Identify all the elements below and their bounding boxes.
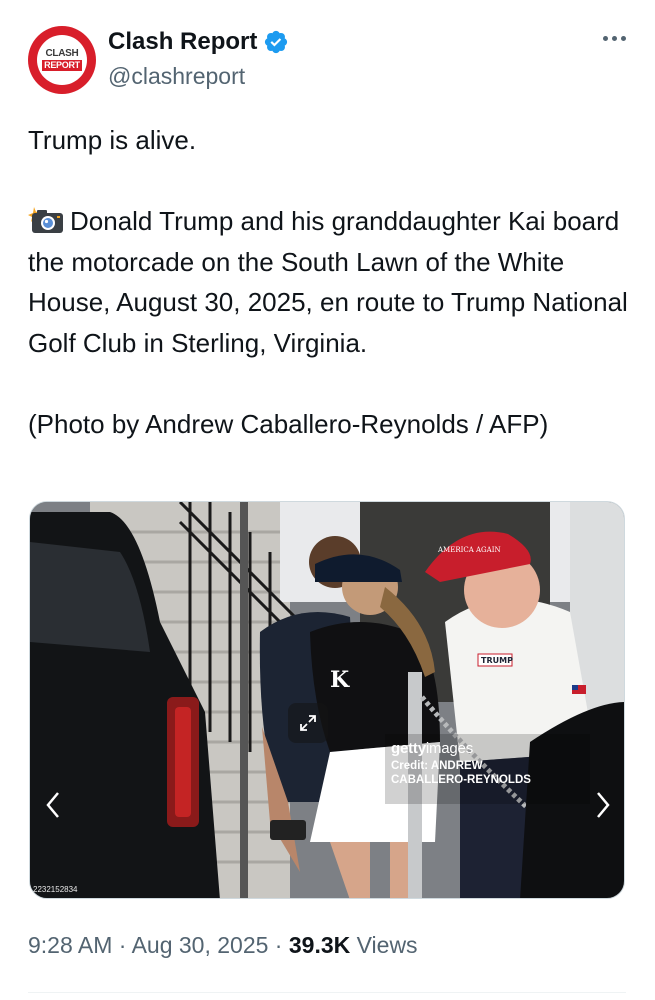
tweet-text: Trump is alive. Donald Trump and his gra… [28, 120, 628, 444]
views-label: Views [350, 932, 418, 958]
meta-separator-1: · [112, 932, 132, 958]
meta-separator-2: · [268, 932, 289, 958]
hat-text: AMERICA AGAIN [437, 546, 501, 554]
getty-watermark: gettyimages Credit: ANDREW CABALLERO-REY… [391, 740, 551, 787]
divider [28, 992, 626, 993]
views-count: 39.3K [288, 932, 351, 958]
tweet-time[interactable]: 9:28 AM [28, 932, 112, 958]
more-icon[interactable] [603, 36, 626, 41]
chevron-right-icon[interactable] [590, 785, 616, 825]
verified-badge-icon [265, 30, 288, 54]
getty-credit-line-2: CABALLERO-REYNOLDS [391, 774, 531, 786]
getty-logo-bold: getty [391, 740, 426, 757]
handle[interactable]: @clashreport [108, 63, 245, 90]
photo-credit-text: (Photo by Andrew Caballero-Reynolds / AF… [28, 408, 549, 439]
tweet-header: CLASH REPORT Clash Report @clashreport [28, 22, 628, 97]
tweet-date[interactable]: Aug 30, 2025 [132, 932, 269, 958]
avatar-logo-bottom: REPORT [42, 60, 82, 71]
getty-credit-line-1: Credit: ANDREW [391, 760, 483, 772]
camera-flash-icon [28, 207, 63, 233]
tweet-line-1: Trump is alive. [28, 125, 197, 155]
chevron-left-icon[interactable] [40, 785, 66, 825]
name-row: Clash Report [108, 28, 289, 56]
getty-logo-light: images [425, 740, 473, 757]
tweet-body: Donald Trump and his granddaughter Kai b… [28, 206, 636, 358]
svg-text:K: K [330, 667, 350, 693]
shirt-logo-text: TRUMP [481, 656, 513, 665]
avatar[interactable]: CLASH REPORT [28, 26, 96, 94]
photo-scene: K AMERICA AGAIN TRUMP [30, 502, 624, 898]
photo-id: 2232152834 [33, 885, 78, 894]
avatar-logo-top: CLASH [45, 48, 79, 59]
expand-icon[interactable] [288, 703, 328, 743]
tweet-photo[interactable]: K AMERICA AGAIN TRUMP [29, 501, 625, 899]
display-name[interactable]: Clash Report [108, 28, 257, 56]
tweet-meta: 9:28 AM · Aug 30, 2025 · 39.3K Views [28, 932, 418, 959]
getty-logo: gettyimages [391, 740, 551, 757]
avatar-logo: CLASH REPORT [37, 35, 87, 85]
